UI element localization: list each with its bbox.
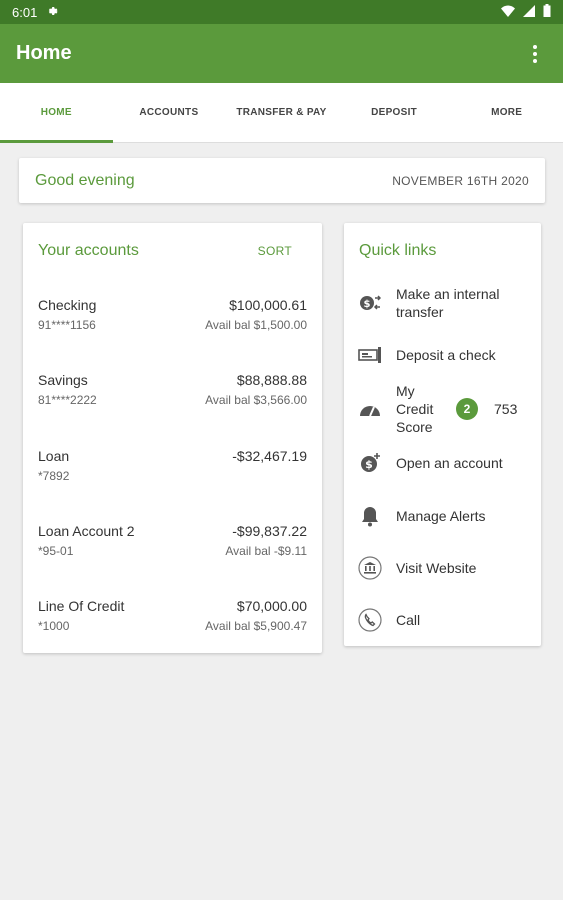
add-money-icon: $ (358, 451, 382, 475)
quick-link-label: Make an internal transfer (396, 286, 500, 320)
account-number: *1000 (38, 619, 70, 633)
account-balance: $100,000.61 (229, 297, 307, 313)
quick-link-deposit-check[interactable]: Deposit a check (358, 343, 531, 367)
quick-link-label: Manage Alerts (396, 508, 486, 524)
svg-text:$: $ (364, 299, 371, 310)
greeting-text: Good evening (35, 171, 135, 189)
bell-icon (358, 504, 382, 528)
account-name: Loan Account 2 (38, 523, 135, 539)
account-row-line-of-credit[interactable]: Line Of Credit *1000 $70,000.00 Avail ba… (38, 598, 307, 648)
overflow-menu-icon[interactable] (523, 42, 547, 66)
account-row-loan-account-2[interactable]: Loan Account 2 *95-01 -$99,837.22 Avail … (38, 523, 307, 573)
signal-icon (523, 4, 535, 20)
status-time: 6:01 (12, 4, 38, 20)
quick-link-label: Visit Website (396, 560, 477, 576)
credit-score-value: 753 (494, 401, 518, 417)
account-available-balance: Avail bal $1,500.00 (205, 318, 307, 332)
settings-icon (47, 5, 59, 20)
transfer-money-icon: $ (358, 291, 382, 315)
account-balance: $70,000.00 (236, 598, 307, 614)
account-available-balance: Avail bal $5,900.47 (205, 619, 307, 633)
gauge-icon (358, 397, 382, 421)
check-deposit-icon (358, 343, 382, 367)
quick-link-label: My Credit Score (396, 383, 434, 435)
quick-link-call[interactable]: Call (358, 608, 531, 632)
quick-link-label: Call (396, 612, 421, 628)
greeting-date: NOVEMBER 16TH 2020 (392, 173, 529, 188)
account-number: *7892 (38, 469, 70, 483)
app-bar: Home (0, 24, 563, 83)
account-available-balance: Avail bal -$9.11 (225, 544, 307, 558)
quick-links-title: Quick links (359, 242, 437, 259)
quick-link-credit-score[interactable]: My Credit Score 2 753 (358, 381, 531, 437)
account-balance: $88,888.88 (236, 372, 307, 388)
page-title: Home (16, 42, 72, 64)
quick-link-label: Deposit a check (396, 347, 496, 363)
phone-icon (358, 608, 382, 632)
tab-more[interactable]: MORE (450, 83, 563, 142)
tab-deposit[interactable]: DEPOSIT (338, 83, 451, 142)
battery-icon (543, 4, 551, 20)
wifi-icon (501, 5, 515, 20)
account-name: Loan (38, 448, 70, 464)
account-name: Line Of Credit (38, 598, 125, 614)
svg-text:$: $ (365, 458, 373, 471)
greeting-card: Good evening NOVEMBER 16TH 2020 (19, 158, 545, 203)
accounts-card: Your accounts SORT Checking 91****1156 $… (23, 223, 322, 653)
quick-link-label: Open an account (396, 455, 503, 471)
account-row-loan[interactable]: Loan *7892 -$32,467.19 (38, 448, 307, 498)
account-balance: -$32,467.19 (232, 448, 307, 464)
sort-button[interactable]: SORT (258, 244, 292, 258)
quick-link-manage-alerts[interactable]: Manage Alerts (358, 504, 531, 528)
account-number: 91****1156 (38, 318, 96, 332)
accounts-title: Your accounts (38, 242, 139, 259)
account-number: 81****2222 (38, 393, 97, 407)
account-name: Savings (38, 372, 88, 388)
credit-score-badge: 2 (456, 398, 478, 420)
account-available-balance: Avail bal $3,566.00 (205, 393, 307, 407)
account-name: Checking (38, 297, 97, 313)
tab-bar: HOME ACCOUNTS TRANSFER & PAY DEPOSIT MOR… (0, 83, 563, 143)
tab-home[interactable]: HOME (0, 83, 113, 143)
status-bar: 6:01 (0, 0, 563, 24)
tab-transfer-pay[interactable]: TRANSFER & PAY (225, 83, 338, 142)
bank-icon (358, 556, 382, 580)
account-row-checking[interactable]: Checking 91****1156 $100,000.61 Avail ba… (38, 297, 307, 347)
quick-link-transfer[interactable]: $ Make an internal transfer (358, 285, 531, 321)
account-number: *95-01 (38, 544, 74, 558)
quick-link-open-account[interactable]: $ Open an account (358, 451, 531, 475)
quick-link-visit-website[interactable]: Visit Website (358, 556, 531, 580)
account-row-savings[interactable]: Savings 81****2222 $88,888.88 Avail bal … (38, 372, 307, 422)
account-balance: -$99,837.22 (232, 523, 307, 539)
tab-accounts[interactable]: ACCOUNTS (113, 83, 226, 142)
quick-links-card: Quick links $ Make an internal transfer … (344, 223, 541, 646)
